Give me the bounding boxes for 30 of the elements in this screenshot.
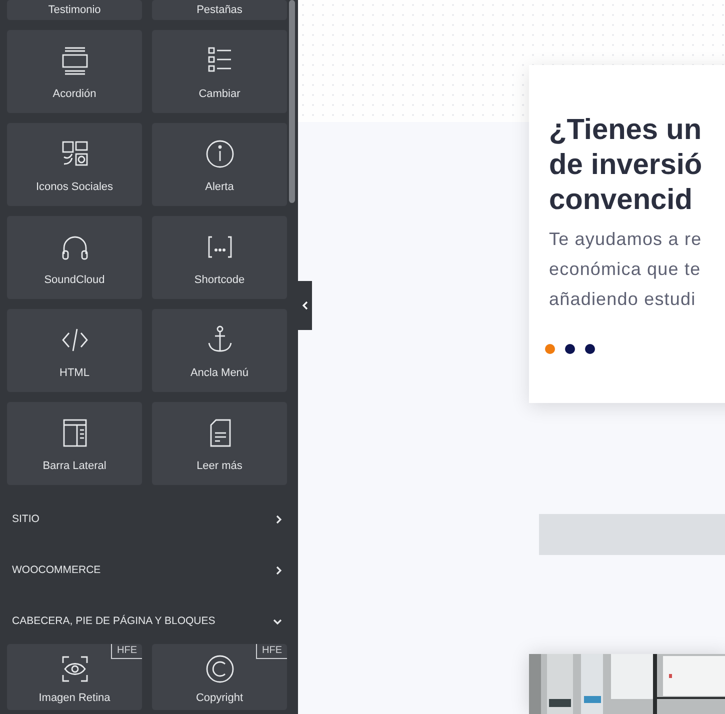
widget-tile[interactable]: HFE Imagen Retina bbox=[7, 644, 142, 710]
widget-tile[interactable]: Cambiar bbox=[152, 30, 287, 113]
slide-text: Te ayudamos a re económica que te añadiendo estudi bbox=[549, 228, 703, 311]
widget-tile[interactable]: Acordión bbox=[7, 30, 142, 113]
widget-tile[interactable]: Iconos Sociales bbox=[7, 123, 142, 206]
widget-tile[interactable]: Ancla Menú bbox=[152, 309, 287, 392]
slide-heading: ¿Tienes un de inversió convencid bbox=[549, 113, 704, 218]
scrollbar[interactable] bbox=[289, 0, 295, 203]
chevron-down-icon bbox=[273, 618, 282, 624]
widget-tile[interactable]: Alerta bbox=[152, 123, 287, 206]
chevron-left-icon bbox=[302, 301, 308, 310]
chevron-right-icon bbox=[276, 566, 282, 575]
slider-dot[interactable] bbox=[585, 344, 595, 354]
widget-tile[interactable]: HTML bbox=[7, 309, 142, 392]
category-header[interactable]: WOOCOMMERCE bbox=[7, 545, 287, 596]
chevron-right-icon bbox=[276, 515, 282, 524]
widget-tile[interactable]: Leer más bbox=[152, 402, 287, 485]
slider-dot[interactable] bbox=[545, 344, 555, 354]
widget-tile[interactable]: HFE Copyright bbox=[152, 644, 287, 710]
widget-tile[interactable]: Testimonio bbox=[7, 0, 142, 20]
widget-tile[interactable]: Barra Lateral bbox=[7, 402, 142, 485]
hfe-tag: HFE bbox=[256, 644, 287, 659]
collapse-panel-button[interactable] bbox=[298, 281, 312, 330]
widget-tile[interactable]: Pestañas bbox=[152, 0, 287, 20]
widget-tile[interactable]: Shortcode bbox=[152, 216, 287, 299]
category-header[interactable]: SITIO bbox=[7, 494, 287, 545]
hfe-tag: HFE bbox=[111, 644, 142, 659]
category-header[interactable]: CABECERA, PIE DE PÁGINA Y BLOQUES bbox=[7, 596, 287, 647]
widget-tile[interactable]: SoundCloud bbox=[7, 216, 142, 299]
slider-dot[interactable] bbox=[565, 344, 575, 354]
